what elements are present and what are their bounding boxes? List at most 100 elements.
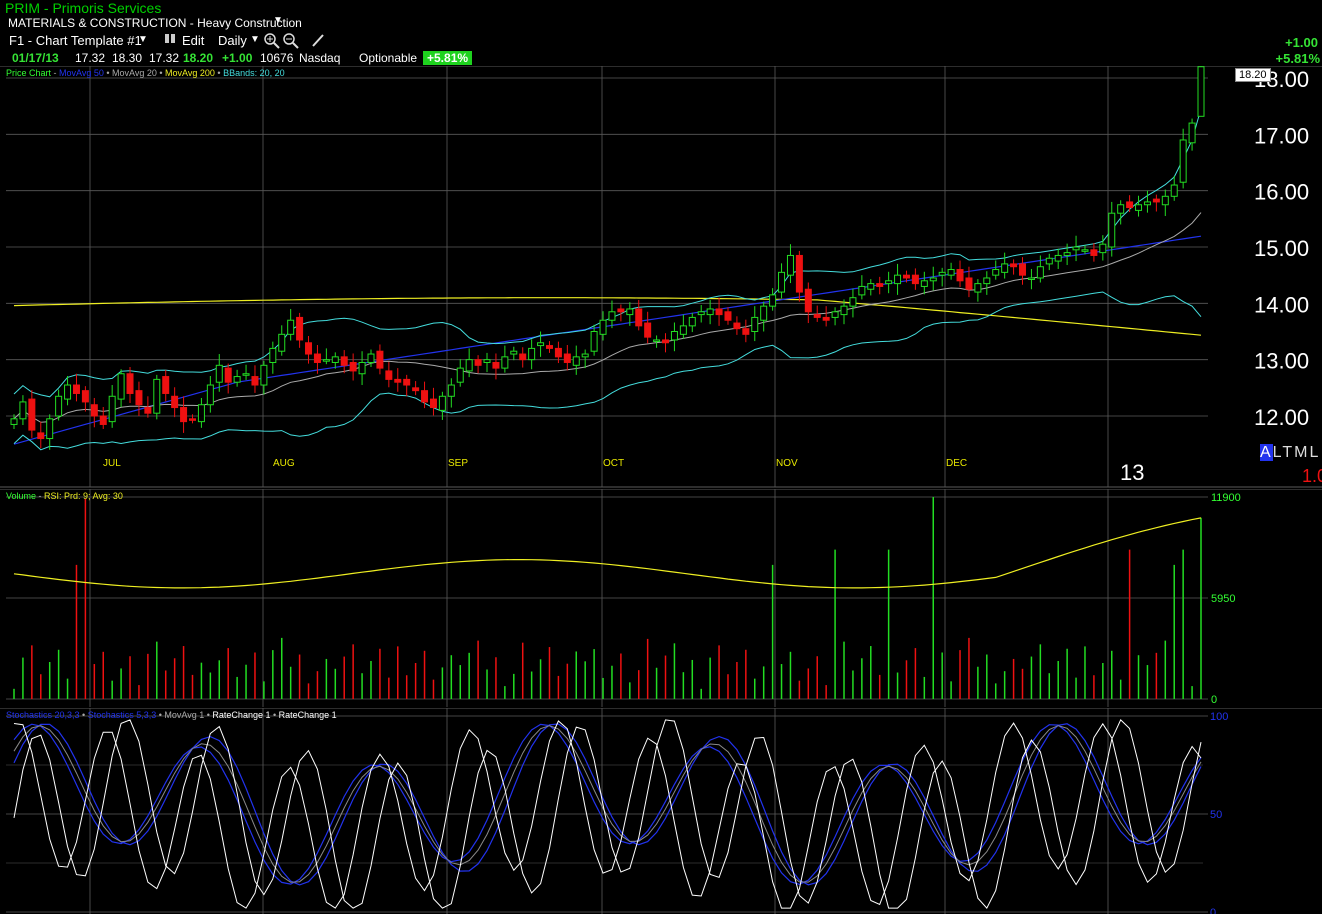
legend-price-chart[interactable]: Price Chart [6, 68, 51, 78]
candle-body [1063, 252, 1071, 256]
price-chart[interactable]: 18.0017.0016.0015.0014.0013.0012.00JUL AU… [0, 66, 1322, 488]
edit-button[interactable]: Edit [182, 33, 204, 48]
symbol-title[interactable]: PRIM - Primoris Services [5, 0, 161, 16]
volume-chart[interactable]: 11900 5950 0 [0, 489, 1322, 707]
oscillator-legend: Stochastics 20,3,3 • Stochastics 5,3,3 •… [6, 710, 337, 720]
price-legend: Price Chart - MovAvg 50 • MovAvg 20 • Mo… [6, 68, 285, 78]
candle-body [938, 271, 946, 276]
candle-body [510, 350, 518, 355]
altml-label[interactable]: ALTML [1260, 444, 1320, 462]
period-dropdown-icon[interactable]: ▼ [250, 34, 260, 45]
candle-body [224, 367, 232, 383]
candle-body [983, 277, 991, 285]
candle-body [1081, 249, 1089, 252]
volume-y-tick-label: 11900 [1211, 492, 1241, 504]
candle-body [1135, 204, 1143, 211]
industry-label[interactable]: MATERIALS & CONSTRUCTION - Heavy Constru… [8, 16, 302, 30]
candle-body [438, 395, 446, 411]
template-dropdown-icon[interactable]: ▼ [138, 34, 148, 45]
candle-body [688, 316, 696, 327]
legend-ratechange-b[interactable]: RateChange 1 [279, 710, 337, 720]
price-y-tick-label: 13.00 [1254, 349, 1309, 374]
price-y-tick-label: 17.00 [1254, 123, 1309, 148]
legend-ratechange-a[interactable]: RateChange 1 [212, 710, 270, 720]
month-label: NOV [776, 458, 798, 469]
legend-movavg-20[interactable]: MovAvg 20 [112, 68, 157, 78]
template-selector[interactable]: F1 - Chart Template #1 [9, 33, 142, 48]
price-y-tick-label: 14.00 [1254, 292, 1309, 317]
candle-body [974, 283, 982, 293]
candle-body [778, 271, 786, 293]
candle-body [635, 308, 643, 327]
legend-movavg-50[interactable]: MovAvg 50 [59, 68, 104, 78]
candle-body [171, 395, 179, 409]
price-pane[interactable]: 18.00 17.00 16.00 15.00 14.00 13.00 12.00 JUL AU… [0, 66, 1322, 488]
candle-body [528, 347, 536, 361]
draw-line-icon[interactable] [311, 33, 325, 52]
quote-date: 01/17/13 [12, 51, 59, 65]
bband-lower-line [13, 291, 1202, 451]
candle-body [260, 364, 268, 386]
candle-body [563, 353, 571, 363]
candle-body [786, 254, 794, 276]
candle-body [554, 347, 562, 358]
candle-body [108, 395, 116, 423]
candle-body [920, 280, 928, 287]
osc-y-tick-label: 0 [1210, 907, 1216, 914]
legend-rsi[interactable]: RSI: Prd: 9; Avg: 30 [44, 491, 123, 501]
candle-body [412, 387, 420, 392]
candle-body [215, 364, 223, 383]
candle-body [858, 285, 866, 296]
candle-body [822, 316, 830, 321]
candle-body [706, 308, 714, 316]
candle-body [37, 432, 45, 440]
candle-body [769, 294, 777, 307]
candle-body [662, 339, 670, 344]
candle-body [1099, 243, 1107, 254]
candle-body [1072, 246, 1080, 251]
legend-movavg-1[interactable]: MovAvg 1 [164, 710, 204, 720]
candle-body [322, 359, 330, 362]
candle-body [394, 378, 402, 383]
altml-value: 1.0 [1302, 466, 1322, 486]
candle-body [429, 398, 437, 409]
period-selector[interactable]: Daily [218, 33, 247, 48]
candle-body [305, 342, 313, 355]
legend-stoch-20[interactable]: Stochastics 20,3,3 [6, 710, 80, 720]
legend-stoch-5[interactable]: Stochastics 5,3,3 [88, 710, 157, 720]
candle-body [1188, 122, 1196, 144]
candle-body [483, 359, 491, 363]
candle-body [697, 311, 705, 316]
candle-body [180, 407, 188, 423]
oscillator-pane[interactable]: 100 50 0 Stochastics 20,3,3 • Stochastics … [0, 708, 1322, 914]
candle-body [421, 390, 429, 403]
candle-body [474, 359, 482, 366]
pct-change-badge: +5.81% [423, 51, 473, 65]
legend-volume[interactable]: Volume [6, 491, 36, 501]
candle-body [287, 319, 295, 335]
candle-body [724, 311, 732, 321]
candle-body [885, 280, 893, 285]
movavg-1-line [13, 725, 1202, 883]
candle-body [626, 308, 634, 316]
candle-body [911, 274, 919, 285]
quote-open: 17.32 [75, 51, 106, 65]
candle-body [876, 283, 884, 287]
candle-body [1179, 139, 1187, 183]
legend-movavg-200[interactable]: MovAvg 200 [165, 68, 215, 78]
legend-bbands[interactable]: BBands: 20, 20 [223, 68, 285, 78]
candle-body [715, 308, 723, 316]
right-pct-change: +5.81% [1275, 51, 1320, 66]
candle-body [733, 322, 741, 330]
oscillator-chart[interactable]: 100 50 0 [0, 708, 1322, 914]
candle-body [340, 356, 348, 366]
candle-body [1161, 195, 1169, 206]
edit-icon[interactable] [164, 32, 177, 45]
volume-pane[interactable]: 11900 5950 0 Volume - RSI: Prd: 9; Avg: 30 [0, 489, 1322, 707]
candle-body [269, 347, 277, 363]
month-label: OCT [603, 458, 624, 469]
optionable-label: Optionable [359, 51, 418, 65]
bband-upper-line [13, 108, 1202, 398]
candle-body [153, 378, 161, 414]
industry-dropdown-icon[interactable]: ▼ [273, 15, 283, 26]
